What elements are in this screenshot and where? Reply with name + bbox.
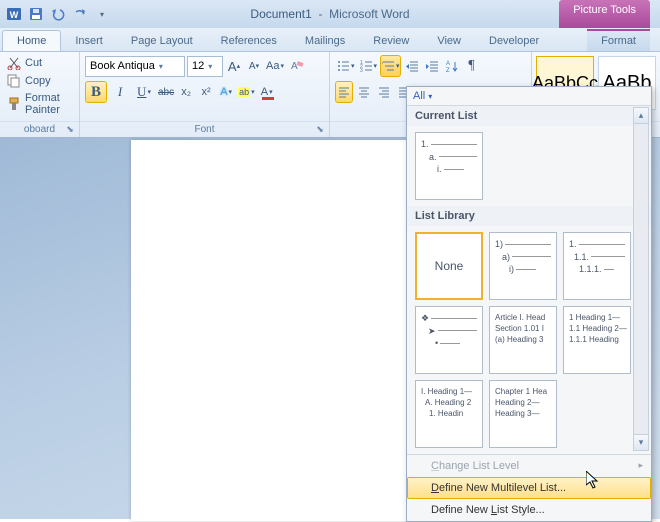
change-case-button[interactable]: Aa▾ [265,55,285,77]
format-painter-icon [7,97,21,111]
undo-icon[interactable] [48,4,68,24]
define-new-multilevel-menu[interactable]: Define New Multilevel List... [407,477,651,499]
thumb-current-list[interactable]: 1. a. i. [415,132,483,200]
clipboard-group-label: oboard⬊ [0,121,79,137]
copy-icon [7,74,21,88]
word-icon[interactable]: W [4,4,24,24]
superscript-button[interactable]: x² [197,81,215,103]
font-size-combo[interactable]: 12▾ [187,56,223,77]
qat-more-icon[interactable]: ▾ [92,4,112,24]
clear-formatting-button[interactable]: A [287,55,305,77]
tab-references[interactable]: References [207,31,291,51]
show-marks-button[interactable]: ¶ [463,55,481,77]
subscript-button[interactable]: x₂ [177,81,195,103]
svg-text:Z: Z [446,68,450,73]
redo-icon[interactable] [70,4,90,24]
bold-button[interactable]: B [85,81,107,103]
thumb-1dot[interactable]: 1. 1.1. 1.1.1. [563,232,631,300]
thumb-none[interactable]: None [415,232,483,300]
clear-format-icon: A [288,59,304,73]
sort-button[interactable]: AZ [443,55,461,77]
gallery-filter-all[interactable]: All▾ [407,87,651,106]
svg-text:3: 3 [360,68,363,73]
svg-text:A: A [291,61,298,72]
window-title: Document1 - Microsoft Word [250,7,409,21]
align-left-button[interactable] [335,81,353,103]
submenu-arrow-icon: ▸ [638,460,643,471]
decrease-indent-button[interactable] [403,55,421,77]
thumb-1paren[interactable]: 1) a) i) [489,232,557,300]
tab-page-layout[interactable]: Page Layout [117,31,207,51]
tab-view[interactable]: View [423,31,475,51]
scroll-down-icon[interactable]: ▾ [634,434,648,450]
font-color-button[interactable]: A▾ [258,81,276,103]
tab-review[interactable]: Review [359,31,423,51]
align-right-button[interactable] [375,81,393,103]
copy-button[interactable]: Copy [5,73,74,89]
italic-button[interactable]: I [109,81,131,103]
tab-mailings[interactable]: Mailings [291,31,359,51]
shrink-font-button[interactable]: A▾ [245,55,263,77]
gallery-scrollbar[interactable]: ▴ ▾ [633,107,649,451]
ribbon-tabs: Home Insert Page Layout References Maili… [0,28,660,52]
multilevel-list-gallery: All▾ Current List 1. a. i. List Library … [406,86,652,522]
grow-font-button[interactable]: A▴ [225,55,243,77]
thumb-article[interactable]: Article I. Head Section 1.01 I (a) Headi… [489,306,557,374]
tab-insert[interactable]: Insert [61,31,117,51]
text-effects-button[interactable]: A▾ [217,81,235,103]
thumb-chapter[interactable]: Chapter 1 Hea Heading 2— Heading 3— [489,380,557,448]
thumb-1heading[interactable]: 1 Heading 1— 1.1 Heading 2— 1.1.1 Headin… [563,306,631,374]
font-group-label: Font⬊ [80,121,329,137]
define-new-list-style-menu[interactable]: Define New List Style... [407,499,651,521]
contextual-tab-picture: Picture Tools [559,0,650,28]
svg-text:A: A [446,61,450,67]
cut-button[interactable]: Cut [5,55,74,71]
tab-format[interactable]: Format [587,29,650,51]
scroll-up-icon[interactable]: ▴ [634,108,648,124]
numbering-button[interactable]: 123▾ [358,55,379,77]
multilevel-list-button[interactable]: 1▾ [380,55,401,77]
cut-icon [7,56,21,70]
thumb-roman-heading[interactable]: I. Heading 1— A. Heading 2 1. Headin [415,380,483,448]
tab-developer[interactable]: Developer [475,31,553,51]
underline-button[interactable]: U▾ [133,81,155,103]
bullets-button[interactable]: ▾ [335,55,356,77]
highlight-button[interactable]: ab▾ [237,81,256,103]
current-list-header: Current List [407,106,651,126]
list-library-header: List Library [407,206,651,226]
increase-indent-button[interactable] [423,55,441,77]
align-center-button[interactable] [355,81,373,103]
strikethrough-button[interactable]: abc [157,81,175,103]
save-icon[interactable] [26,4,46,24]
change-level-text: hange List Level [439,460,519,472]
clipboard-dialog-launcher[interactable]: ⬊ [64,124,76,136]
font-name-combo[interactable]: Book Antiqua▾ [85,56,185,77]
tab-home[interactable]: Home [2,30,61,51]
svg-text:W: W [10,10,19,20]
format-painter-button[interactable]: Format Painter [5,91,74,117]
change-list-level-menu: Change List Level ▸ [407,455,651,477]
font-dialog-launcher[interactable]: ⬊ [314,124,326,136]
thumb-bullets-multi[interactable]: ❖ ➤ • [415,306,483,374]
